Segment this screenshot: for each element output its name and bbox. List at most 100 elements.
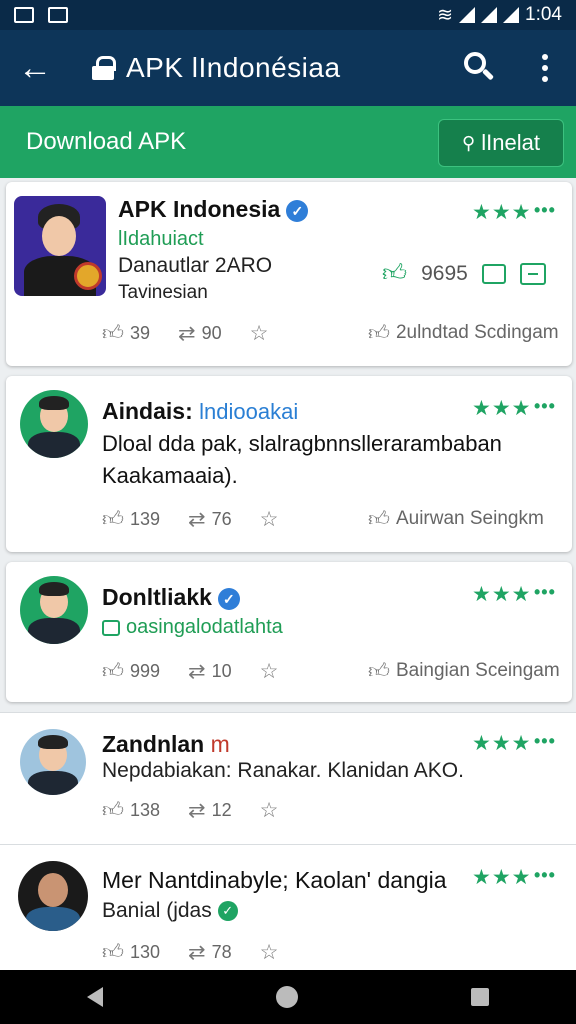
nav-back-icon[interactable] [86, 987, 103, 1007]
battery-icon [503, 7, 520, 23]
author-name: Donltliakk [102, 584, 212, 610]
likes-total: 9695 [421, 262, 468, 285]
check-badge-icon: ✓ [217, 901, 238, 922]
author-name: Aindais: [102, 398, 193, 424]
tag-icon: ⚲ [462, 132, 476, 153]
share-action[interactable]: 👍︎ Auirwan Seingkm [368, 506, 544, 532]
status-time: 1:04 [525, 4, 562, 25]
more-dots-icon[interactable]: ••• [534, 731, 556, 752]
favorite-action[interactable]: ☆ [260, 940, 279, 965]
star-icon: ☆ [259, 940, 279, 964]
repost-action[interactable]: ⇄ 12 [188, 798, 232, 823]
thumbs-up-icon: 👍︎ [368, 660, 390, 683]
avatar[interactable] [20, 729, 86, 795]
comment-icon[interactable] [481, 264, 506, 284]
thumbs-up-icon: 👍︎ [102, 799, 124, 822]
star-icon: ☆ [259, 798, 279, 822]
more-options-button[interactable] [530, 50, 560, 86]
rating-stars: ★★★ [472, 732, 532, 755]
gallery-icon [48, 7, 68, 23]
repost-action[interactable]: ⇄ 76 [188, 507, 232, 532]
star-icon: ☆ [259, 659, 279, 683]
lock-icon [102, 619, 120, 636]
app-name: APK Indonesia [118, 196, 281, 222]
app-detail-line1: Danautlar 2ARO [118, 254, 273, 277]
like-action[interactable]: 👍︎ 138 [102, 797, 160, 823]
post-subtitle[interactable]: oasingalodatlahta [102, 616, 283, 639]
download-bar: Download APK ⚲ lInelat [0, 106, 576, 178]
favorite-action[interactable]: ☆ [260, 659, 279, 684]
download-title: Download APK [26, 128, 187, 155]
app-title: APK lIndonésiaa [126, 52, 341, 83]
share-action[interactable]: 👍︎ Baingian Sceingam [368, 658, 560, 684]
more-dots-icon[interactable]: ••• [534, 200, 556, 221]
repost-icon: ⇄ [188, 798, 206, 822]
post-card: Donltliakk ✓ ★★★ ••• oasingalodatlahta 👍︎… [6, 562, 572, 702]
post-card: Aindais: lndiooakai ★★★ ••• Dloal dda pa… [6, 376, 572, 552]
like-action[interactable]: 👍︎ 139 [102, 506, 160, 532]
author-name: Zandnlan [102, 731, 205, 757]
nav-home-icon[interactable] [275, 986, 298, 1008]
avatar[interactable] [18, 861, 88, 931]
wifi-icon: ≋ [437, 4, 454, 26]
lock-icon [92, 56, 116, 80]
like-action[interactable]: 👍︎ 999 [102, 658, 160, 684]
repost-icon: ⇄ [188, 507, 206, 531]
more-dots-icon[interactable]: ••• [534, 396, 556, 417]
thumbs-up-icon: 👍︎ [102, 660, 124, 683]
verified-icon: ✓ [286, 199, 309, 222]
repost-action[interactable]: ⇄ 90 [178, 321, 222, 346]
back-button[interactable]: ← [0, 30, 70, 106]
name-suffix: m [210, 731, 230, 757]
star-icon: ☆ [249, 321, 269, 345]
system-nav-bar [0, 970, 576, 1024]
avatar[interactable] [20, 576, 88, 644]
thumbs-up-icon: 👍︎ [102, 941, 124, 964]
more-dots-icon[interactable]: ••• [534, 582, 556, 603]
more-dots-icon[interactable]: ••• [534, 865, 556, 886]
repost-icon: ⇄ [188, 659, 206, 683]
image-icon [14, 7, 34, 23]
author-handle[interactable]: lndiooakai [199, 399, 298, 424]
like-action[interactable]: 👍︎ 39 [102, 320, 150, 346]
repost-action[interactable]: ⇄ 78 [188, 940, 232, 965]
app-detail-line2: Tavinesian [118, 282, 208, 303]
status-bar: ≋ 1:04 [0, 0, 576, 30]
developer-link[interactable]: lIdahuiact [118, 228, 204, 251]
post-body: Banial (jdas [102, 899, 212, 922]
install-label: lInelat [481, 130, 540, 155]
favorite-action[interactable]: ☆ [250, 321, 269, 346]
post-item: Mer Nantdinabyle; Kaolan' dangia ★★★ •••… [0, 844, 576, 970]
repost-icon: ⇄ [177, 321, 196, 345]
seal-icon [74, 262, 102, 290]
search-button[interactable] [458, 48, 498, 88]
post-body: Dloal dda pak, slalragbnnsllerarambaban … [102, 431, 502, 488]
favorite-action[interactable]: ☆ [260, 507, 279, 532]
like-action[interactable]: 👍︎ 130 [102, 939, 160, 965]
star-icon: ☆ [259, 507, 279, 531]
app-bar: ← APK lIndonésiaa [0, 30, 576, 106]
favorite-action[interactable]: ☆ [260, 798, 279, 823]
app-info-card: APK Indonesia ✓ lIdahuiact Danautlar 2ARO… [6, 182, 572, 366]
rating-stars: ★★★ [472, 397, 532, 420]
post-body: Nepdabiakan: Ranakar. Klanidan AKO. [102, 759, 464, 782]
thumbs-up-icon[interactable]: 👍︎ [382, 260, 407, 288]
thumbs-up-icon: 👍︎ [368, 322, 390, 345]
rating-stars: ★★★ [472, 201, 532, 224]
post-item: Zandnlan m ★★★ ••• Nepdabiakan: Ranakar.… [0, 712, 576, 844]
install-button[interactable]: ⚲ lInelat [438, 119, 564, 167]
signal-icon [481, 7, 498, 23]
share-action[interactable]: 👍︎ 2ulndtad Scdingam [368, 320, 559, 346]
app-avatar[interactable] [14, 196, 106, 296]
verified-icon: ✓ [217, 587, 240, 610]
avatar[interactable] [20, 390, 88, 458]
arrow-left-icon: ← [18, 48, 52, 87]
signal-icon [459, 7, 476, 23]
repost-action[interactable]: ⇄ 10 [188, 659, 232, 684]
nav-recents-icon[interactable] [471, 988, 490, 1006]
message-icon[interactable] [519, 263, 546, 285]
repost-icon: ⇄ [188, 940, 206, 964]
thumbs-up-icon: 👍︎ [102, 508, 124, 531]
rating-stars: ★★★ [472, 583, 532, 606]
thumbs-up-icon: 👍︎ [368, 508, 390, 531]
